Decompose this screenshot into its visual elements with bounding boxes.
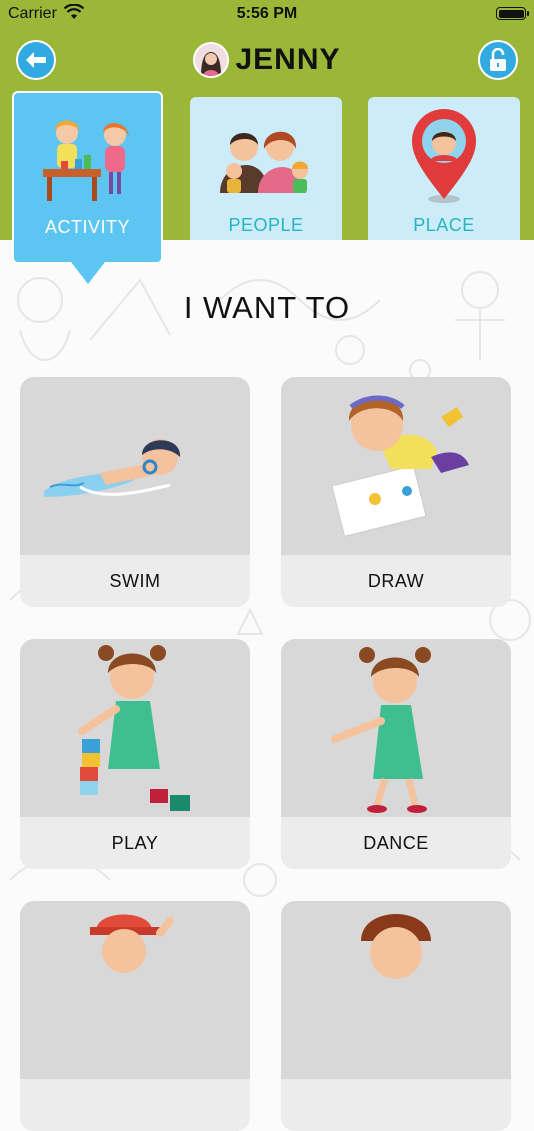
status-bar: Carrier 5:56 PM: [0, 0, 534, 28]
profile: JENNY: [0, 38, 534, 82]
tab-place-label: PLACE: [413, 215, 475, 235]
card-label: DRAW: [281, 555, 511, 607]
unlock-icon: [490, 48, 506, 71]
username: JENNY: [235, 43, 341, 76]
activity-illustration: [90, 914, 174, 973]
tab-people[interactable]: PEOPLE: [190, 97, 342, 240]
activity-illustration: [361, 914, 431, 979]
avatar[interactable]: [193, 42, 230, 78]
tab-activity[interactable]: ACTIVITY: [12, 91, 163, 264]
activity-card-dance[interactable]: DANCE: [281, 639, 511, 869]
card-label: SWIM: [20, 555, 250, 607]
card-label: DANCE: [281, 817, 511, 869]
swim-illustration: [44, 439, 181, 497]
tab-place[interactable]: PLACE: [368, 97, 520, 240]
tab-activity-label: ACTIVITY: [44, 217, 130, 237]
activity-card-draw[interactable]: DRAW: [281, 377, 511, 607]
battery-icon: [496, 7, 529, 20]
card-label: [281, 1079, 511, 1131]
unlock-button[interactable]: [478, 40, 518, 80]
activity-card-swim[interactable]: SWIM: [20, 377, 250, 607]
activity-card[interactable]: [281, 901, 511, 1131]
draw-illustration: [331, 395, 469, 537]
clock: 5:56 PM: [236, 5, 298, 22]
tab-people-label: PEOPLE: [228, 215, 304, 235]
card-label: [20, 1079, 250, 1131]
place-pin-icon: [412, 109, 476, 203]
activity-icon: [43, 120, 129, 201]
dance-illustration: [331, 647, 431, 813]
active-tab-pointer: [71, 262, 105, 284]
play-illustration: [78, 645, 190, 811]
people-icon: [220, 131, 308, 193]
activity-card[interactable]: [20, 901, 250, 1131]
page-title: I WANT TO: [183, 290, 351, 325]
card-label: PLAY: [20, 817, 250, 869]
activity-card-play[interactable]: PLAY: [20, 639, 250, 869]
